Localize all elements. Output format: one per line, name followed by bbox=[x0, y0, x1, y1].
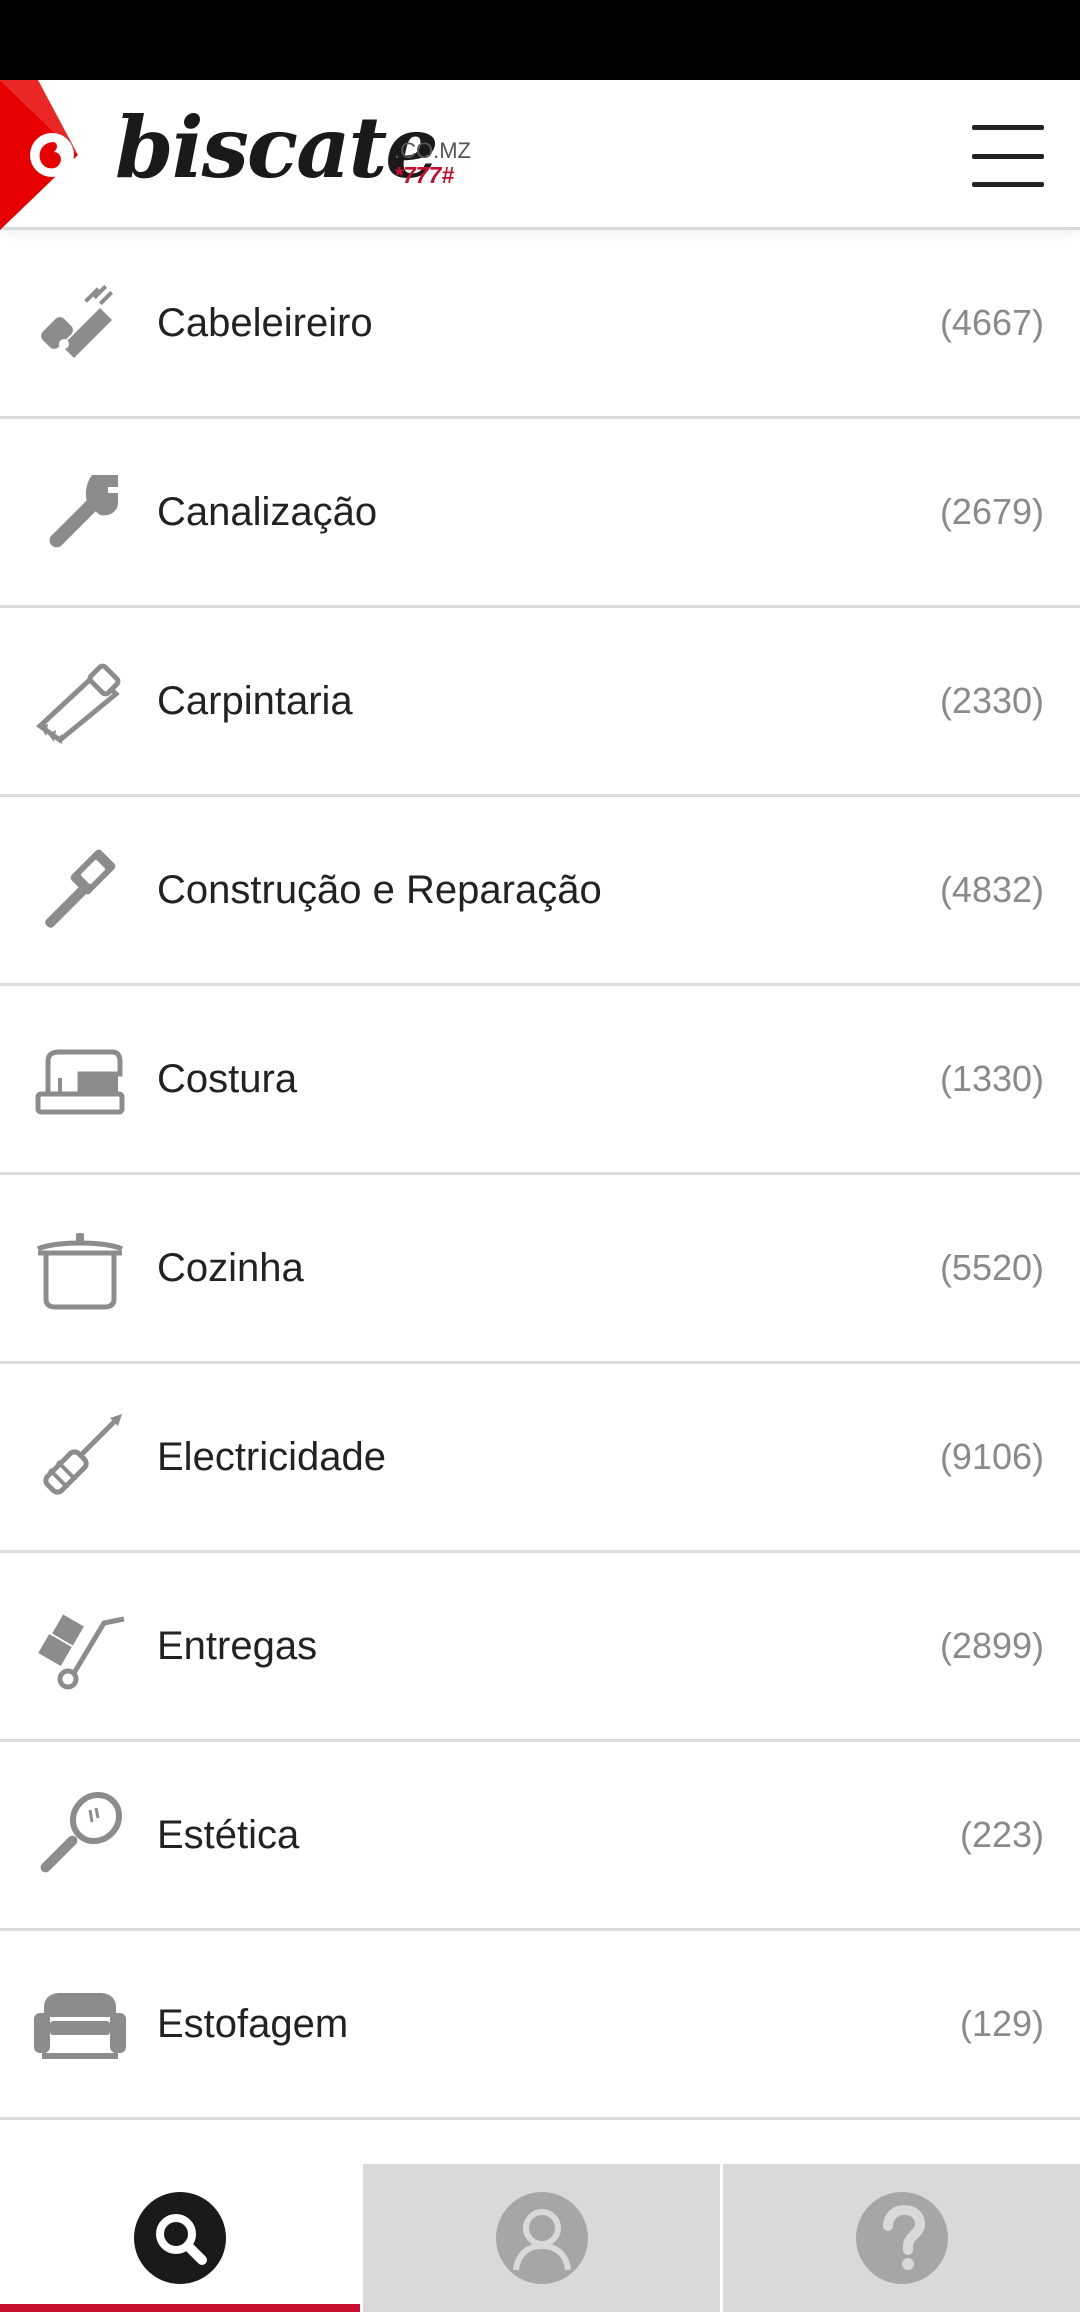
category-count: (2899) bbox=[939, 1625, 1044, 1666]
tab-search[interactable] bbox=[0, 2164, 360, 2312]
hair-clipper-icon bbox=[34, 276, 126, 368]
category-label: Estofagem bbox=[157, 2002, 349, 2046]
category-item-electricidade[interactable]: Electricidade (9106) bbox=[0, 1364, 1080, 1553]
category-label: Estética bbox=[157, 1813, 300, 1857]
status-bar bbox=[0, 0, 1080, 80]
tab-help[interactable] bbox=[720, 2164, 1080, 2312]
bottom-navigation bbox=[0, 2164, 1080, 2312]
biscate-logo[interactable]: biscate bbox=[115, 98, 439, 198]
category-count: (4667) bbox=[939, 302, 1044, 343]
screwdriver-icon bbox=[34, 1410, 126, 1502]
hand-truck-icon bbox=[34, 1599, 126, 1691]
category-label: Cabeleireiro bbox=[157, 301, 373, 345]
help-icon bbox=[855, 2192, 948, 2284]
category-count: (5520) bbox=[939, 1247, 1044, 1288]
category-label: Entregas bbox=[157, 1624, 318, 1668]
vodafone-logo-icon bbox=[0, 80, 78, 230]
category-count: (2330) bbox=[939, 680, 1044, 721]
category-item-estofagem[interactable]: Estofagem (129) bbox=[0, 1931, 1080, 2120]
category-list: Cabeleireiro (4667) Canalização (2679) C… bbox=[0, 230, 1080, 2120]
category-label: Canalização bbox=[157, 490, 378, 534]
category-item-entregas[interactable]: Entregas (2899) bbox=[0, 1553, 1080, 1742]
sofa-icon bbox=[34, 1977, 126, 2069]
sewing-machine-icon bbox=[34, 1032, 126, 1124]
category-label: Construção e Reparação bbox=[157, 868, 602, 912]
search-icon bbox=[134, 2192, 226, 2284]
saw-icon bbox=[34, 654, 126, 746]
category-count: (2679) bbox=[939, 491, 1044, 532]
wrench-icon bbox=[34, 465, 126, 557]
profile-icon bbox=[495, 2192, 588, 2284]
logo-domain: .CO.MZ bbox=[394, 138, 471, 163]
category-item-cabeleireiro[interactable]: Cabeleireiro (4667) bbox=[0, 230, 1080, 419]
category-count: (4832) bbox=[939, 869, 1044, 910]
hamburger-menu-icon[interactable] bbox=[972, 125, 1044, 187]
category-count: (129) bbox=[959, 2003, 1044, 2044]
cooking-pot-icon bbox=[34, 1221, 126, 1313]
category-label: Electricidade bbox=[157, 1435, 387, 1479]
category-item-estetica[interactable]: Estética (223) bbox=[0, 1742, 1080, 1931]
tab-profile[interactable] bbox=[360, 2164, 720, 2312]
hammer-icon bbox=[34, 843, 126, 935]
category-count: (9106) bbox=[939, 1436, 1044, 1477]
category-label: Costura bbox=[157, 1057, 298, 1101]
category-count: (1330) bbox=[939, 1058, 1044, 1099]
app-header: biscate .CO.MZ *777# bbox=[0, 80, 1080, 230]
category-item-cozinha[interactable]: Cozinha (5520) bbox=[0, 1175, 1080, 1364]
category-item-canalizacao[interactable]: Canalização (2679) bbox=[0, 419, 1080, 608]
category-item-construcao[interactable]: Construção e Reparação (4832) bbox=[0, 797, 1080, 986]
category-item-costura[interactable]: Costura (1330) bbox=[0, 986, 1080, 1175]
category-label: Carpintaria bbox=[157, 679, 353, 723]
mirror-icon bbox=[34, 1788, 126, 1880]
category-count: (223) bbox=[959, 1814, 1044, 1855]
category-label: Cozinha bbox=[157, 1246, 304, 1290]
logo-short-code: *777# bbox=[394, 162, 455, 188]
category-item-carpintaria[interactable]: Carpintaria (2330) bbox=[0, 608, 1080, 797]
